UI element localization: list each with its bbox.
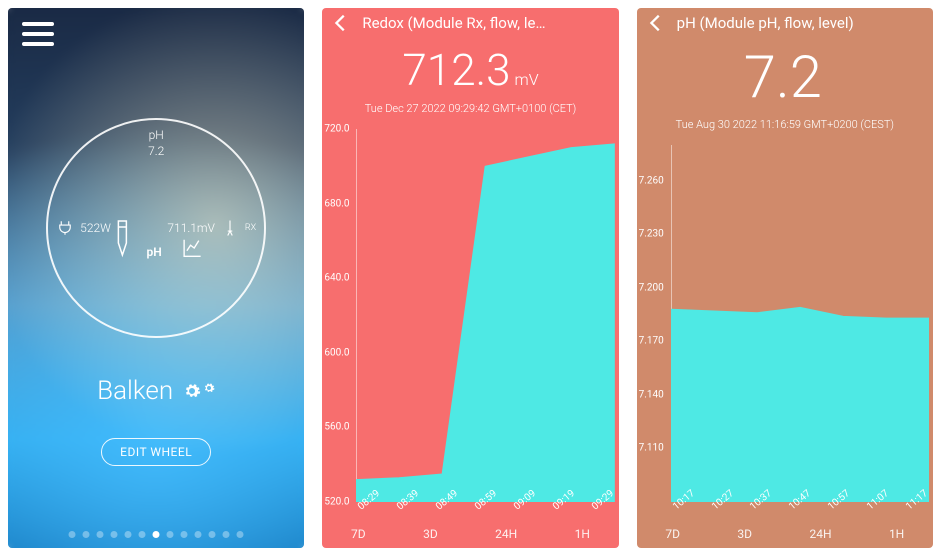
ph-xticks: 10:1710:2710:3710:4710:5711:0711:17 [671, 504, 929, 518]
range-3d[interactable]: 3D [737, 527, 752, 541]
page-dot[interactable] [69, 531, 76, 538]
ph-screen: pH (Module pH, flow, level) 7.2 Tue Aug … [637, 8, 933, 548]
redox-value-row: 712.3 mV [322, 44, 618, 96]
device-title-row: Balken [97, 376, 215, 406]
page-dot[interactable] [139, 531, 146, 538]
wheel-ph-value: 7.2 [148, 144, 164, 158]
range-24h[interactable]: 24H [495, 527, 517, 541]
redox-xticks: 08:2908:3908:4908:5909:0909:1909:29 [356, 504, 614, 518]
ph-probe-icon [109, 219, 137, 259]
page-dot[interactable] [195, 531, 202, 538]
y-tick: 7.170 [639, 336, 664, 347]
range-7d[interactable]: 7D [351, 527, 366, 541]
ph-title: pH (Module pH, flow, level) [677, 14, 854, 32]
redox-plot-svg [356, 129, 614, 502]
wheel-ph[interactable]: pH 7.2 [148, 128, 164, 158]
home-screen: pH 7.2 522W 711.1mV RX pH Balken [8, 8, 304, 548]
page-dot[interactable] [167, 531, 174, 538]
wheel-center-ph-label: pH [147, 245, 162, 259]
plug-icon [56, 219, 74, 237]
redox-unit: mV [515, 70, 539, 89]
page-dot[interactable] [223, 531, 230, 538]
menu-icon[interactable] [22, 22, 54, 46]
edit-wheel-button[interactable]: EDIT WHEEL [101, 438, 211, 466]
y-tick: 7.110 [639, 443, 664, 454]
redox-chart[interactable]: 520.0 560.0 600.0 640.0 680.0 720.0 08:2908:3… [322, 121, 618, 548]
gear-small-icon [203, 382, 215, 394]
settings-button[interactable] [183, 382, 215, 400]
range-24h[interactable]: 24H [809, 527, 831, 541]
ph-plot-svg [671, 145, 929, 502]
y-tick: 680.0 [324, 198, 349, 209]
chart-line-icon [182, 237, 204, 259]
range-3d[interactable]: 3D [423, 527, 438, 541]
wheel-center[interactable]: pH [109, 219, 204, 259]
ph-value-row: 7.2 [637, 44, 933, 112]
y-tick: 7.200 [639, 282, 664, 293]
page-dot[interactable] [83, 531, 90, 538]
ph-range-row: 7D 3D 24H 1H [637, 520, 933, 548]
page-dots[interactable] [69, 531, 244, 538]
redox-value: 712.3 [402, 44, 510, 96]
page-dot[interactable] [237, 531, 244, 538]
sensor-wheel[interactable]: pH 7.2 522W 711.1mV RX pH [46, 118, 266, 338]
range-7d[interactable]: 7D [665, 527, 680, 541]
y-tick: 640.0 [324, 273, 349, 284]
back-icon[interactable] [645, 12, 667, 34]
y-tick: 7.230 [639, 229, 664, 240]
gear-icon [183, 382, 201, 400]
ph-header: pH (Module pH, flow, level) [637, 8, 933, 38]
redox-title: Redox (Module Rx, flow, le… [362, 14, 545, 32]
redox-timestamp: Tue Dec 27 2022 09:29:42 GMT+0100 (CET) [322, 102, 618, 115]
page-dot[interactable] [125, 531, 132, 538]
y-tick: 7.140 [639, 389, 664, 400]
y-tick: 600.0 [324, 347, 349, 358]
edit-wheel-label: EDIT WHEEL [120, 445, 192, 459]
probe-icon [221, 219, 239, 237]
page-dot[interactable] [97, 531, 104, 538]
ph-timestamp: Tue Aug 30 2022 11:16:59 GMT+0200 (CEST) [637, 118, 933, 131]
back-icon[interactable] [330, 12, 352, 34]
y-tick: 520.0 [324, 497, 349, 508]
page-dot[interactable] [209, 531, 216, 538]
y-tick: 7.260 [639, 175, 664, 186]
wheel-ph-label: pH [149, 128, 164, 142]
range-1h[interactable]: 1H [575, 527, 590, 541]
y-tick: 720.0 [324, 124, 349, 135]
device-name: Balken [97, 376, 173, 406]
page-dot[interactable] [181, 531, 188, 538]
page-dot[interactable] [111, 531, 118, 538]
page-dot[interactable] [153, 531, 160, 538]
redox-range-row: 7D 3D 24H 1H [322, 520, 618, 548]
ph-value: 7.2 [744, 44, 822, 112]
wheel-watt-value: 522W [80, 221, 111, 235]
range-1h[interactable]: 1H [889, 527, 904, 541]
redox-screen: Redox (Module Rx, flow, le… 712.3 mV Tue… [322, 8, 618, 548]
ph-chart[interactable]: 7.110 7.140 7.170 7.200 7.230 7.260 10:1710:2… [637, 137, 933, 548]
wheel-watt[interactable]: 522W [56, 219, 111, 237]
redox-header: Redox (Module Rx, flow, le… [322, 8, 618, 38]
wheel-rx-label: RX [245, 223, 256, 233]
y-tick: 560.0 [324, 422, 349, 433]
